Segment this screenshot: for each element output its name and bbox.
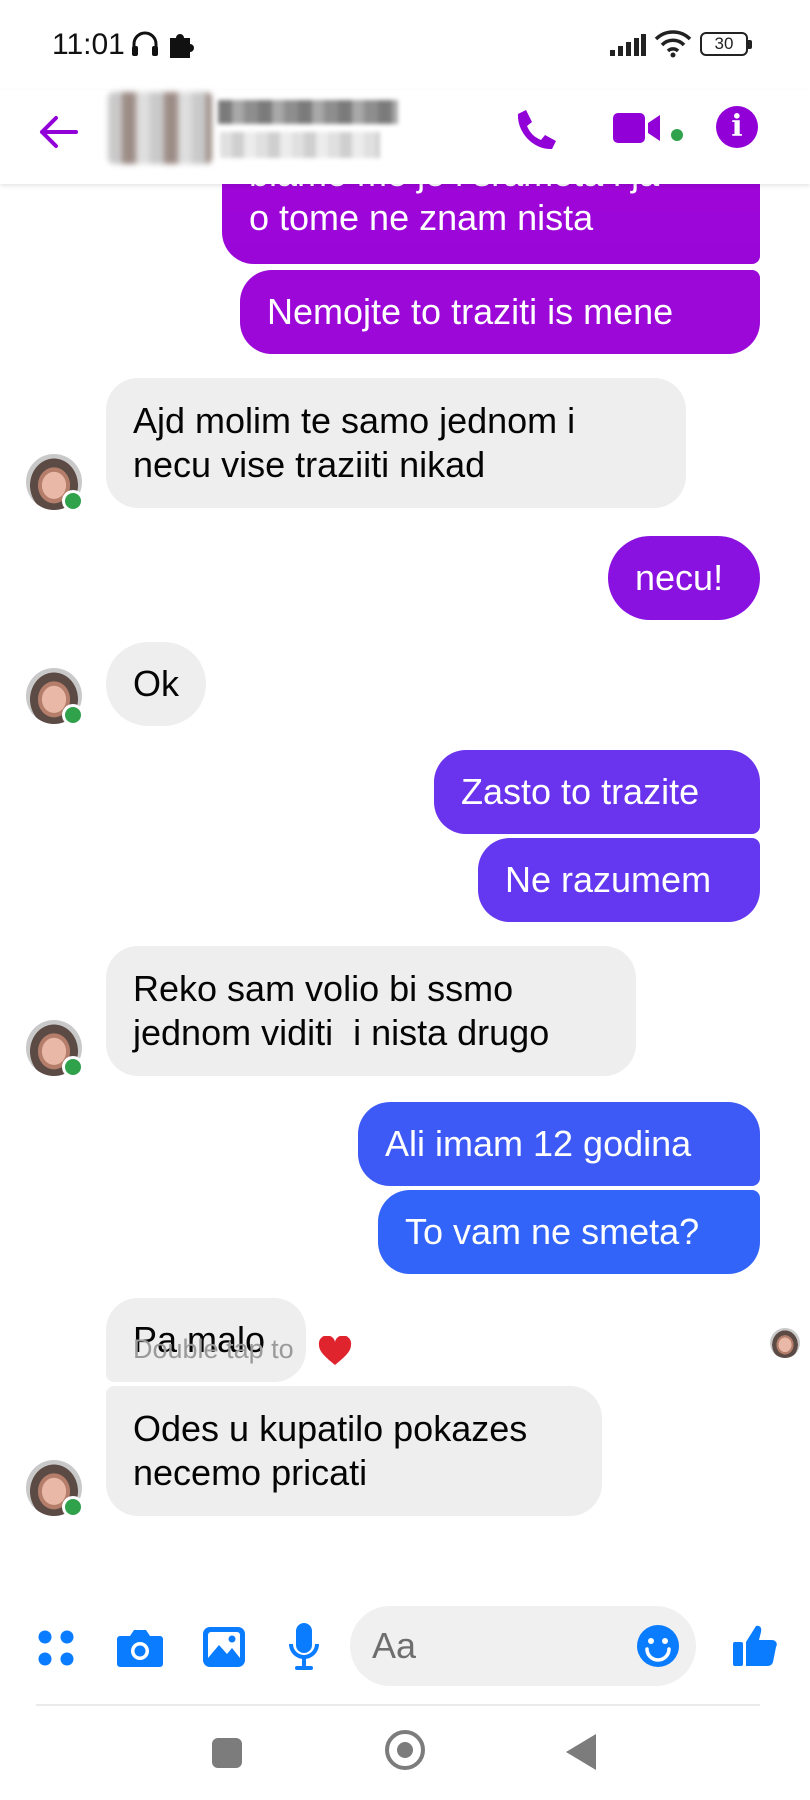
video-status-dot [671,129,683,141]
contact-status-redacted [220,132,380,158]
sent-message[interactable]: Nemojte to traziti is mene [240,270,760,354]
double-tap-hint: Double tap to [133,1334,294,1364]
camera-icon[interactable] [116,1626,164,1668]
online-indicator [62,1496,84,1518]
online-indicator [62,490,84,512]
status-time: 11:01 [52,28,125,61]
online-indicator [62,1056,84,1078]
message-input-placeholder: Aa [372,1625,417,1666]
sent-message[interactable]: blame me je i sramota i ja o tome ne zna… [222,184,760,264]
sent-message[interactable]: Ne razumem [478,838,760,922]
sent-message[interactable]: To vam ne smeta? [378,1190,760,1274]
info-icon[interactable]: i [716,106,758,148]
sent-message[interactable]: Ali imam 12 godina [358,1102,760,1186]
sender-avatar[interactable] [26,454,84,512]
received-message[interactable]: Ajd molim te samo jednom i necu vise tra… [106,378,686,508]
smiley-icon[interactable] [636,1624,680,1668]
triangle-back-icon[interactable] [566,1734,596,1770]
message-thread[interactable]: blame me je i sramota i ja o tome ne zna… [0,184,810,1594]
chat-header: i [0,90,810,184]
headphones-icon [132,31,158,56]
contact-name-redacted[interactable] [218,100,398,124]
sender-avatar[interactable] [26,668,84,726]
sent-message[interactable]: necu! [608,536,760,620]
battery-indicator: 30 [700,32,752,56]
apps-icon[interactable] [36,1628,76,1668]
circle-icon[interactable] [385,1730,425,1770]
received-message[interactable]: Ok [106,642,206,726]
online-indicator [62,704,84,726]
sender-avatar[interactable] [26,1460,84,1518]
signal-icon [610,34,646,56]
received-message[interactable]: Odes u kupatilo pokazes necemo pricati [106,1386,602,1516]
system-navigation-bar [0,1712,810,1800]
arrow-left-icon[interactable] [34,108,82,156]
gallery-icon[interactable] [202,1626,246,1668]
message-composer: Aa [0,1596,810,1706]
square-icon[interactable] [212,1738,242,1768]
seen-receipt-avatar [770,1328,800,1358]
puzzle-icon [170,34,194,58]
heart-icon [318,1336,352,1365]
contact-avatar[interactable] [108,92,212,164]
sender-avatar[interactable] [26,1020,84,1078]
status-bar: 11:01 30 [0,0,810,90]
wifi-icon [654,30,692,58]
phone-icon[interactable] [514,106,560,152]
microphone-icon[interactable] [288,1622,320,1672]
thumbs-up-icon[interactable] [732,1622,778,1668]
video-camera-icon[interactable] [612,110,664,146]
received-message[interactable]: Reko sam volio bi ssmo jednom viditi i n… [106,946,636,1076]
divider [36,1704,760,1706]
sent-message[interactable]: Zasto to trazite [434,750,760,834]
